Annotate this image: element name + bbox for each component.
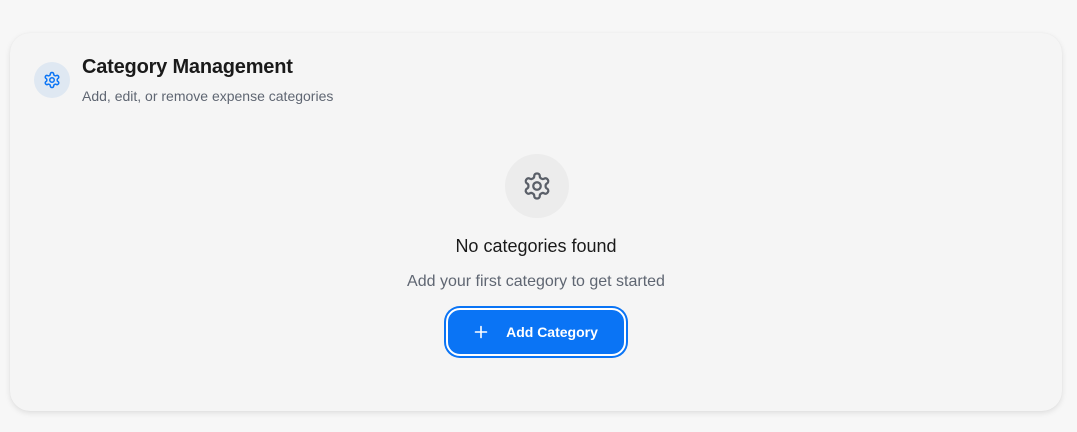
empty-state-icon-badge <box>505 154 569 218</box>
page-title: Category Management <box>82 56 293 78</box>
gear-icon <box>524 172 550 200</box>
page-subtitle: Add, edit, or remove expense categories <box>82 88 334 104</box>
category-management-card: Category Management Add, edit, or remove… <box>10 33 1062 411</box>
add-category-button[interactable]: Add Category <box>446 308 626 356</box>
empty-state-description: Add your first category to get started <box>407 273 665 290</box>
empty-state-title: No categories found <box>455 236 617 256</box>
header-icon-badge <box>34 62 70 98</box>
plus-icon <box>474 325 488 339</box>
gear-icon <box>44 71 60 89</box>
add-category-label: Add Category <box>506 324 598 340</box>
